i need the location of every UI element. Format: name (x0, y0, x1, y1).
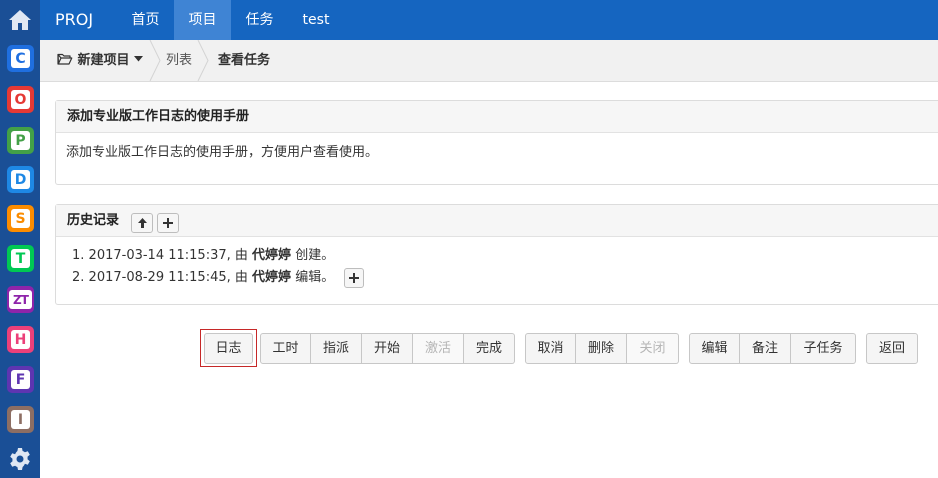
project-menu[interactable]: 新建项目 (57, 40, 144, 81)
history-entry: 1. 2017-03-14 11:15:37, 由 代婷婷 创建。 (66, 246, 938, 266)
activate-button: 激活 (413, 333, 464, 364)
history-time: 2017-08-29 11:15:45, 由 (88, 270, 248, 285)
close-task-button: 关闭 (627, 333, 679, 364)
breadcrumb-list[interactable]: 列表 (166, 40, 192, 81)
caret-down-icon (134, 56, 144, 62)
nav-test[interactable]: test (288, 0, 344, 40)
back-button[interactable]: 返回 (866, 333, 918, 364)
app-letter: O (11, 90, 30, 109)
gear-icon[interactable] (8, 447, 32, 471)
breadcrumb-current: 查看任务 (218, 53, 271, 68)
app-s-icon[interactable]: S (7, 205, 34, 232)
assign-button[interactable]: 指派 (311, 333, 362, 364)
description-panel: 添加专业版工作日志的使用手册 添加专业版工作日志的使用手册，方便用户查看使用。 (55, 100, 938, 185)
log-button[interactable]: 日志 (204, 333, 253, 364)
app-letter: F (11, 370, 30, 389)
app-i-icon[interactable]: I (7, 406, 34, 433)
app-t-icon[interactable]: T (7, 245, 34, 272)
expand-all-button[interactable] (157, 213, 179, 233)
app-letter: I (11, 410, 30, 429)
history-list: 1. 2017-03-14 11:15:37, 由 代婷婷 创建。 2. 201… (66, 246, 938, 288)
history-title: 历史记录 (67, 213, 120, 228)
edit-button[interactable]: 编辑 (689, 333, 740, 364)
task-description: 添加专业版工作日志的使用手册，方便用户查看使用。 (66, 145, 379, 160)
subtask-button[interactable]: 子任务 (791, 333, 856, 364)
history-body: 1. 2017-03-14 11:15:37, 由 代婷婷 创建。 2. 201… (56, 237, 938, 297)
history-user: 代婷婷 (252, 270, 292, 285)
history-num: 2. (72, 270, 85, 285)
breadcrumb: 新建项目 列表 查看任务 (40, 40, 938, 82)
nav-task[interactable]: 任务 (231, 0, 288, 40)
sort-toggle-button[interactable] (131, 213, 153, 233)
effort-button[interactable]: 工时 (260, 333, 311, 364)
plus-icon (349, 273, 360, 283)
expand-history-button[interactable] (344, 268, 365, 288)
comment-button[interactable]: 备注 (740, 333, 791, 364)
history-header: 历史记录 (56, 205, 938, 237)
app-letter: ZT (9, 290, 32, 309)
delete-button[interactable]: 删除 (576, 333, 627, 364)
nav-project[interactable]: 项目 (174, 0, 231, 40)
app-o-icon[interactable]: O (7, 86, 34, 113)
app-d-icon[interactable]: D (7, 166, 34, 193)
app-letter: S (11, 209, 30, 228)
home-icon[interactable] (0, 0, 40, 40)
history-action: 创建。 (295, 248, 335, 263)
nav-home[interactable]: 首页 (117, 0, 174, 40)
history-time: 2017-03-14 11:15:37, 由 (88, 248, 248, 263)
panel-title: 添加专业版工作日志的使用手册 (56, 101, 938, 133)
history-action: 编辑。 (295, 270, 335, 285)
history-num: 1. (72, 248, 85, 263)
history-panel: 历史记录 1. 2017-03-14 11:15:37, 由 代婷婷 创建。 2… (55, 204, 938, 305)
app-f-icon[interactable]: F (7, 366, 34, 393)
app-letter: T (11, 249, 30, 268)
plus-icon (163, 218, 173, 228)
start-button[interactable]: 开始 (362, 333, 413, 364)
app-c-icon[interactable]: C (7, 45, 34, 72)
cancel-button[interactable]: 取消 (525, 333, 576, 364)
finish-button[interactable]: 完成 (464, 333, 515, 364)
app-h-icon[interactable]: H (7, 326, 34, 353)
app-p-icon[interactable]: P (7, 127, 34, 154)
project-menu-label: 新建项目 (77, 53, 130, 68)
app-letter: H (11, 330, 30, 349)
app-letter: C (11, 49, 30, 68)
folder-open-icon (57, 53, 73, 65)
app-letter: D (11, 170, 30, 189)
top-navbar: PROJ 首页 项目 任务 test (40, 0, 938, 40)
history-user: 代婷婷 (252, 248, 292, 263)
breadcrumb-separator (149, 40, 161, 81)
breadcrumb-separator (197, 40, 209, 81)
brand-logo[interactable]: PROJ (55, 0, 93, 40)
arrow-up-icon (137, 218, 147, 228)
history-entry: 2. 2017-08-29 11:15:45, 由 代婷婷 编辑。 (66, 266, 938, 288)
app-letter: P (11, 131, 30, 150)
app-zt-icon[interactable]: ZT (7, 286, 34, 313)
app-sidebar: C O P D S T ZT H F I (0, 0, 40, 478)
